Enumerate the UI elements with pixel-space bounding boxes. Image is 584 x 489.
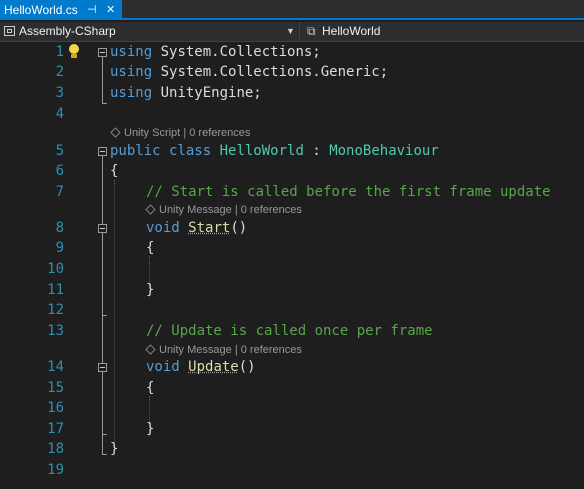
code-line-5: public class HelloWorld : MonoBehaviour xyxy=(110,141,439,161)
project-icon xyxy=(4,26,15,36)
line-number: 18 xyxy=(47,441,64,457)
unity-icon xyxy=(110,127,121,138)
line-number: 5 xyxy=(55,143,64,159)
line-number: 9 xyxy=(55,240,64,256)
keyword: using xyxy=(110,85,153,101)
line-number: 1 xyxy=(55,44,64,60)
outline-line xyxy=(102,233,103,315)
collapse-start-method[interactable] xyxy=(98,224,107,233)
line-number: 7 xyxy=(55,184,64,200)
keyword: void xyxy=(146,359,180,375)
code-line-18: } xyxy=(110,441,119,457)
code-line-11: } xyxy=(146,282,155,298)
method-name: Update xyxy=(188,359,239,375)
outline-end xyxy=(102,454,107,455)
lightbulb-icon[interactable] xyxy=(68,44,80,60)
tab-helloworld[interactable]: HelloWorld.cs ⊣ ✕ xyxy=(0,0,122,20)
line-number: 2 xyxy=(55,64,64,80)
project-label: Assembly-CSharp xyxy=(19,24,116,38)
method-name: Start xyxy=(188,220,231,236)
code-line-1: using System.Collections; xyxy=(110,42,321,62)
outline-line xyxy=(102,372,103,434)
codelens-update[interactable]: Unity Message | 0 references xyxy=(145,343,302,357)
namespace: System.Collections.Generic; xyxy=(152,64,389,80)
code-line-3: using UnityEngine; xyxy=(110,83,262,103)
line-number: 4 xyxy=(55,106,64,122)
tab-bar: HelloWorld.cs ⊣ ✕ xyxy=(0,0,584,20)
codelens-class[interactable]: Unity Script | 0 references xyxy=(110,126,250,140)
indent-guide xyxy=(114,180,115,454)
codelens-kind: Unity Script xyxy=(124,127,181,139)
outline-end xyxy=(102,315,107,316)
line-number: 6 xyxy=(55,163,64,179)
pin-icon[interactable]: ⊣ xyxy=(87,0,97,20)
codelens-references[interactable]: 0 references xyxy=(241,204,302,216)
keyword: void xyxy=(146,220,180,236)
outline-line xyxy=(102,57,103,103)
comment: // Start is called before the first fram… xyxy=(146,184,551,200)
code-line-17: } xyxy=(146,421,155,437)
base-class: MonoBehaviour xyxy=(329,143,439,159)
line-number: 13 xyxy=(47,323,64,339)
unity-icon xyxy=(145,204,156,215)
chevron-down-icon: ▼ xyxy=(286,26,295,36)
line-number: 8 xyxy=(55,220,64,236)
code-line-2: using System.Collections.Generic; xyxy=(110,62,388,82)
line-number: 17 xyxy=(47,421,64,437)
navigation-bar: Assembly-CSharp ▼ ⧉ HelloWorld xyxy=(0,22,584,42)
class-icon: ⧉ xyxy=(307,24,316,38)
close-icon[interactable]: ✕ xyxy=(106,0,115,20)
collapse-using-block[interactable] xyxy=(98,48,107,57)
colon: : xyxy=(303,143,330,159)
collapse-class-block[interactable] xyxy=(98,147,107,156)
code-line-9: { xyxy=(146,240,155,256)
collapse-update-method[interactable] xyxy=(98,363,107,372)
code-line-8: void Start() xyxy=(146,220,248,236)
keyword: class xyxy=(160,143,220,159)
code-line-13: // Update is called once per frame xyxy=(146,321,433,341)
project-dropdown[interactable]: Assembly-CSharp ▼ xyxy=(0,22,300,41)
namespace: UnityEngine; xyxy=(152,85,262,101)
line-number: 3 xyxy=(55,85,64,101)
keyword: using xyxy=(110,64,153,80)
tab-title: HelloWorld.cs xyxy=(4,3,78,17)
namespace: System.Collections; xyxy=(152,44,321,60)
line-number: 12 xyxy=(47,302,64,318)
unity-icon xyxy=(145,344,156,355)
line-number: 19 xyxy=(47,462,64,478)
codelens-kind: Unity Message xyxy=(159,344,232,356)
class-name: HelloWorld xyxy=(219,143,304,159)
codelens-kind: Unity Message xyxy=(159,204,232,216)
codelens-references[interactable]: 0 references xyxy=(241,344,302,356)
code-line-14: void Update() xyxy=(146,359,256,375)
line-number: 16 xyxy=(47,400,64,416)
type-label: HelloWorld xyxy=(322,24,381,38)
codelens-start[interactable]: Unity Message | 0 references xyxy=(145,203,302,217)
outline-end xyxy=(102,103,107,104)
comment: // Update is called once per frame xyxy=(146,323,433,339)
keyword: public xyxy=(110,143,161,159)
line-number: 10 xyxy=(47,261,64,277)
line-number: 15 xyxy=(47,380,64,396)
outline-end xyxy=(102,434,107,435)
line-number: 11 xyxy=(47,282,64,298)
keyword: using xyxy=(110,44,153,60)
code-line-7: // Start is called before the first fram… xyxy=(146,182,551,202)
code-line-6: { xyxy=(110,163,119,179)
line-number: 14 xyxy=(47,359,64,375)
code-editor[interactable]: 1 2 3 4 5 6 7 8 9 10 11 12 13 14 15 16 1… xyxy=(0,42,584,489)
codelens-references[interactable]: 0 references xyxy=(189,127,250,139)
code-line-15: { xyxy=(146,380,155,396)
